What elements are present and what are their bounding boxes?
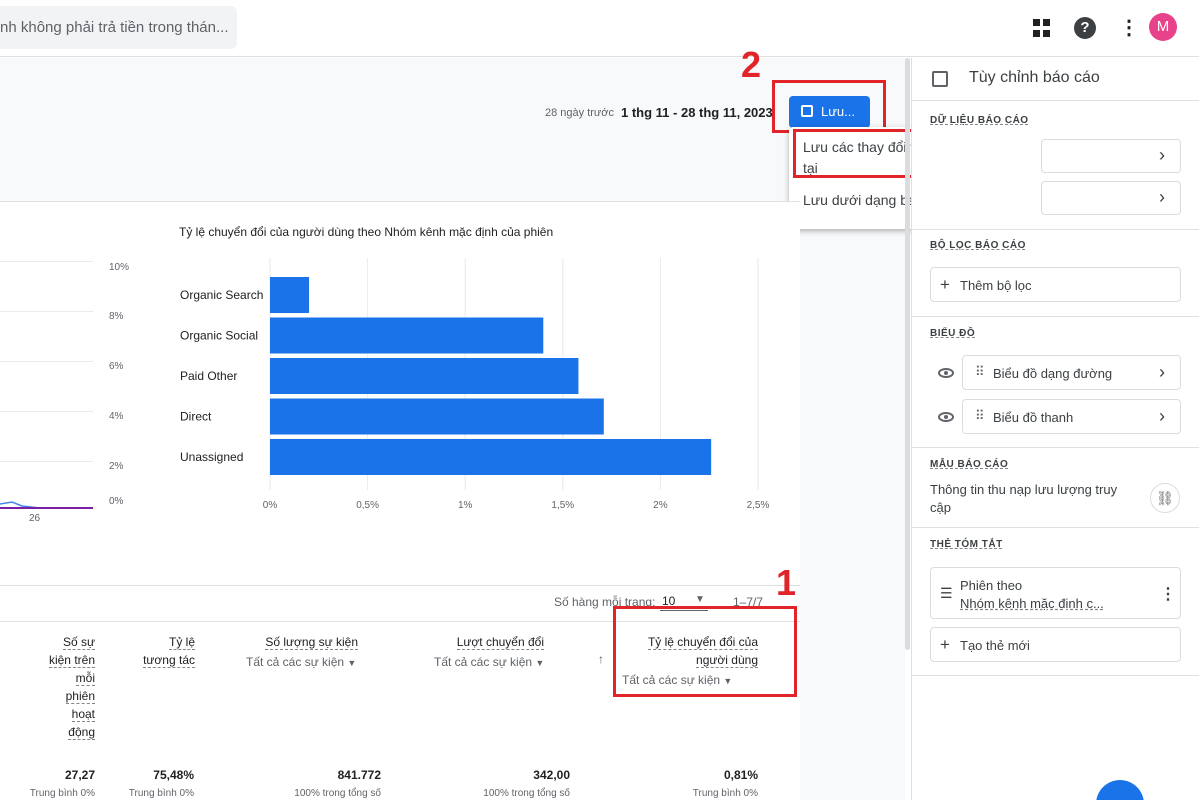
total-value: 0,81% xyxy=(723,768,758,782)
chevron-right-icon[interactable]: › xyxy=(1159,187,1165,208)
sort-arrow-icon[interactable]: ↑ xyxy=(598,652,604,666)
panel-divider xyxy=(912,229,1199,230)
chevron-right-icon[interactable]: › xyxy=(1159,145,1165,166)
panel-divider xyxy=(912,100,1199,101)
section-report-data: DỮ LIỆU BÁO CÁO xyxy=(930,115,1029,126)
avatar[interactable]: M xyxy=(1149,13,1177,41)
bar-chart-x-tick: 2,5% xyxy=(747,500,770,511)
bar-chart-category-label: Direct xyxy=(180,410,212,424)
total-value: 841.772 xyxy=(337,768,381,782)
total-subtext: Trung bình 0% xyxy=(692,788,758,799)
template-name: Thông tin thu nạp lưu lượng truy cập xyxy=(930,482,1118,515)
bar-chart-category-label: Paid Other xyxy=(180,369,237,383)
total-value: 75,48% xyxy=(153,768,194,782)
section-report-template: MẪU BÁO CÁO xyxy=(930,459,1009,470)
card-icon: ☰ xyxy=(940,585,953,601)
bar-chart-bar[interactable] xyxy=(270,358,579,394)
bar-chart-x-tick: 2% xyxy=(653,500,668,511)
section-charts: BIỂU ĐỒ xyxy=(930,328,976,339)
apps-icon[interactable] xyxy=(1031,17,1053,39)
section-report-filter: BỘ LỌC BÁO CÁO xyxy=(930,240,1026,251)
summary-card[interactable] xyxy=(930,567,1181,619)
bar-chart-x-tick: 1% xyxy=(458,500,473,511)
add-filter-label: Thêm bộ lọc xyxy=(960,278,1032,293)
bar-chart-category-label: Organic Social xyxy=(180,329,258,343)
plus-icon: + xyxy=(940,635,950,654)
chevron-down-icon[interactable]: ▼ xyxy=(695,594,705,605)
column-filter-conversions[interactable]: Tất cả các sự kiện ▼ xyxy=(434,655,544,669)
annotation-box-column xyxy=(613,606,797,697)
bar-chart-x-tick: 0,5% xyxy=(356,500,379,511)
plus-icon: + xyxy=(940,275,950,294)
panel-divider xyxy=(912,675,1199,676)
help-icon[interactable]: ? xyxy=(1074,17,1096,39)
total-value: 342,00 xyxy=(533,768,570,782)
chevron-right-icon[interactable]: › xyxy=(1159,362,1165,383)
column-header-event-count[interactable]: Số lượng sự kiện xyxy=(230,633,358,651)
annotation-number-1: 1 xyxy=(776,562,797,603)
panel-divider xyxy=(912,316,1199,317)
visibility-icon[interactable] xyxy=(938,412,954,422)
panel-divider xyxy=(912,527,1199,528)
bar-chart-x-tick: 1,5% xyxy=(551,500,574,511)
drag-handle-icon[interactable]: ⠿ xyxy=(975,364,984,380)
more-vert-icon[interactable]: ⋮ xyxy=(1119,17,1139,39)
unlink-icon[interactable]: ⛓ xyxy=(1150,483,1180,513)
summary-card-line1: Phiên theo xyxy=(960,578,1023,593)
column-header-events-per-session[interactable]: Số sự kiện trên mỗi phiên hoạt động xyxy=(30,633,95,741)
total-value: 27,27 xyxy=(64,768,95,782)
visibility-icon[interactable] xyxy=(938,368,954,378)
section-summary-cards: THẺ TÓM TẮT xyxy=(930,539,1003,550)
bar-chart-category-label: Unassigned xyxy=(180,450,243,464)
chart-item-bar-label: Biểu đồ thanh xyxy=(993,410,1074,425)
total-subtext: Trung bình 0% xyxy=(128,788,194,799)
summary-card-line2: Nhóm kênh mặc định c... xyxy=(960,596,1104,611)
bar-chart-bar[interactable] xyxy=(270,398,604,435)
bar-chart-category-label: Organic Search xyxy=(180,288,263,302)
column-header-conversions[interactable]: Lượt chuyển đổi xyxy=(420,633,544,651)
bar-chart-bar[interactable] xyxy=(270,317,544,354)
panel-title: Tùy chỉnh báo cáo xyxy=(969,69,1100,86)
create-card-label: Tạo thẻ mới xyxy=(960,638,1030,653)
chart-item-line-label: Biểu đồ dạng đường xyxy=(993,366,1113,381)
bar-chart-bar[interactable] xyxy=(270,439,712,475)
drag-handle-icon[interactable]: ⠿ xyxy=(975,408,984,424)
total-subtext: 100% trong tổng số xyxy=(294,788,381,799)
main-scrollbar[interactable] xyxy=(905,58,910,650)
edit-report-icon xyxy=(932,71,948,87)
more-vert-icon[interactable]: ⋮ xyxy=(1160,584,1176,604)
bar-chart: 0% 0,5% 1% 1,5% 2% 2,5% Organic Search Organic … xyxy=(180,258,770,511)
column-header-engagement-rate[interactable]: Tỷ lệ tương tác xyxy=(120,633,195,669)
bar-chart-bar[interactable] xyxy=(270,277,310,313)
column-filter-event-count[interactable]: Tất cả các sự kiện ▼ xyxy=(246,655,356,669)
total-subtext: Trung bình 0% xyxy=(29,788,95,799)
chevron-right-icon[interactable]: › xyxy=(1159,406,1165,427)
total-subtext: 100% trong tổng số xyxy=(483,788,570,799)
bar-chart-x-tick: 0% xyxy=(263,500,278,511)
panel-divider xyxy=(912,447,1199,448)
